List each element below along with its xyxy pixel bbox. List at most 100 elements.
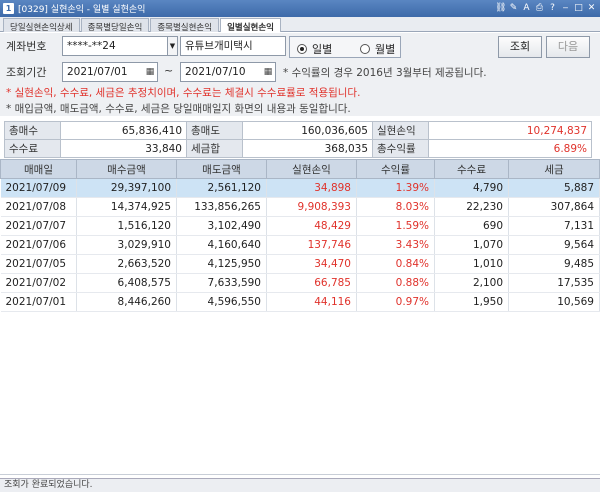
cell-buy: 2,663,520 [76, 254, 177, 274]
summary-row: 수수료 33,840 세금합 368,035 총수익률 6.89% [4, 139, 592, 158]
query-form: 계좌번호 ****-**24 ▼ 유튜브개미택시 일별 월별 조회 다음 조회기… [0, 33, 600, 116]
table-row[interactable]: 2021/07/09 29,397,100 2,561,120 34,898 1… [0, 178, 600, 198]
query-button[interactable]: 조회 [498, 36, 542, 58]
tools-icon[interactable]: ✎ [508, 3, 519, 14]
print-icon[interactable]: ⎙ [534, 3, 545, 14]
status-bar: 조회가 완료되었습니다. [0, 478, 600, 492]
summary-row: 총매수 65,836,410 총매도 160,036,605 실현손익 10,2… [4, 121, 592, 140]
summary-label: 총매수 [4, 121, 61, 140]
summary-value: 6.89% [428, 139, 592, 158]
tab-stock-daily-profit[interactable]: 종목별당일손익 [80, 18, 150, 33]
cell-realized: 34,898 [266, 178, 357, 198]
cell-tax: 307,864 [508, 197, 600, 217]
summary-table: 총매수 65,836,410 총매도 160,036,605 실현손익 10,2… [4, 121, 592, 158]
maximize-icon[interactable]: □ [573, 3, 584, 14]
cell-sell: 2,561,120 [176, 178, 267, 198]
cell-return: 0.88% [356, 273, 435, 293]
summary-value: 10,274,837 [428, 121, 592, 140]
cell-return: 1.59% [356, 216, 435, 236]
estimate-note: * 실현손익, 수수료, 세금은 추정치이며, 수수료는 체결시 수수료률로 적… [6, 87, 361, 99]
cell-return: 8.03% [356, 197, 435, 217]
tab-daily-realized-profit[interactable]: 일별실현손익 [220, 18, 281, 33]
account-number-field[interactable]: ****-**24 [62, 36, 168, 56]
cell-tax: 7,131 [508, 216, 600, 236]
cell-date: 2021/07/05 [0, 254, 77, 274]
date-to-field[interactable]: 2021/07/10 [180, 62, 276, 82]
column-header[interactable]: 실현손익 [266, 159, 357, 179]
column-header[interactable]: 매도금액 [176, 159, 267, 179]
cell-date: 2021/07/08 [0, 197, 77, 217]
link-icon[interactable]: ⛓ [495, 3, 506, 14]
title-bar: 1 [0329] 실현손익 - 일별 실현손익 ⛓ ✎ A ⎙ ? ‒ □ ✕ [0, 0, 600, 17]
column-header[interactable]: 수수료 [434, 159, 509, 179]
font-icon[interactable]: A [521, 3, 532, 14]
summary-label: 총수익률 [372, 139, 429, 158]
summary-value: 160,036,605 [242, 121, 373, 140]
cell-return: 1.39% [356, 178, 435, 198]
tab-daily-realized-detail[interactable]: 당일실현손익상세 [3, 18, 80, 33]
cell-sell: 7,633,590 [176, 273, 267, 293]
table-row[interactable]: 2021/07/08 14,374,925 133,856,265 9,908,… [0, 197, 600, 217]
cell-buy: 8,446,260 [76, 292, 177, 312]
summary-value: 368,035 [242, 139, 373, 158]
table-row[interactable]: 2021/07/01 8,446,260 4,596,550 44,116 0.… [0, 292, 600, 312]
table-row[interactable]: 2021/07/07 1,516,120 3,102,490 48,429 1.… [0, 216, 600, 236]
cell-realized: 137,746 [266, 235, 357, 255]
column-header[interactable]: 매매일 [0, 159, 77, 179]
cell-buy: 14,374,925 [76, 197, 177, 217]
cell-date: 2021/07/09 [0, 178, 77, 198]
calendar-icon[interactable]: ▦ [145, 63, 155, 81]
cell-sell: 4,596,550 [176, 292, 267, 312]
column-header[interactable]: 매수금액 [76, 159, 177, 179]
cell-tax: 5,887 [508, 178, 600, 198]
cell-realized: 44,116 [266, 292, 357, 312]
radio-monthly-dot [360, 44, 370, 54]
radio-daily[interactable]: 일별 [297, 41, 332, 57]
summary-value: 65,836,410 [60, 121, 187, 140]
cell-fee: 4,790 [434, 178, 509, 198]
column-header[interactable]: 수익률 [356, 159, 435, 179]
cell-date: 2021/07/02 [0, 273, 77, 293]
cell-buy: 1,516,120 [76, 216, 177, 236]
summary-value: 33,840 [60, 139, 187, 158]
radio-daily-label: 일별 [312, 43, 333, 56]
cell-sell: 3,102,490 [176, 216, 267, 236]
cell-realized: 66,785 [266, 273, 357, 293]
cell-date: 2021/07/01 [0, 292, 77, 312]
account-dropdown-icon[interactable]: ▼ [168, 36, 178, 56]
table-row[interactable]: 2021/07/02 6,408,575 7,633,590 66,785 0.… [0, 273, 600, 293]
cell-realized: 9,908,393 [266, 197, 357, 217]
status-text: 조회가 완료되었습니다. [4, 480, 93, 490]
daily-profit-grid: 매매일 매수금액 매도금액 실현손익 수익률 수수료 세금 2021/07/09… [0, 159, 600, 312]
grid-header-row: 매매일 매수금액 매도금액 실현손익 수익률 수수료 세금 [0, 159, 600, 179]
cell-sell: 4,160,640 [176, 235, 267, 255]
account-label: 계좌번호 [6, 40, 47, 53]
date-from-field[interactable]: 2021/07/01 [62, 62, 158, 82]
tab-stock-realized-profit[interactable]: 종목별실현손익 [150, 18, 220, 33]
cell-sell: 4,125,950 [176, 254, 267, 274]
radio-monthly-label: 월별 [375, 43, 396, 56]
cell-realized: 48,429 [266, 216, 357, 236]
table-row[interactable]: 2021/07/06 3,029,910 4,160,640 137,746 3… [0, 235, 600, 255]
calendar-icon[interactable]: ▦ [263, 63, 273, 81]
summary-label: 총매도 [186, 121, 243, 140]
close-icon[interactable]: ✕ [586, 3, 597, 14]
cell-buy: 3,029,910 [76, 235, 177, 255]
cell-buy: 29,397,100 [76, 178, 177, 198]
next-button[interactable]: 다음 [546, 36, 590, 58]
radio-monthly[interactable]: 월별 [360, 41, 395, 57]
app-icon: 1 [3, 3, 14, 14]
summary-label: 수수료 [4, 139, 61, 158]
table-row[interactable]: 2021/07/05 2,663,520 4,125,950 34,470 0.… [0, 254, 600, 274]
cell-fee: 1,010 [434, 254, 509, 274]
column-header[interactable]: 세금 [508, 159, 600, 179]
cell-fee: 2,100 [434, 273, 509, 293]
cell-fee: 22,230 [434, 197, 509, 217]
cell-tax: 10,569 [508, 292, 600, 312]
help-icon[interactable]: ? [547, 3, 558, 14]
cell-sell: 133,856,265 [176, 197, 267, 217]
cell-tax: 9,485 [508, 254, 600, 274]
tab-strip: 당일실현손익상세 종목별당일손익 종목별실현손익 일별실현손익 [0, 17, 600, 33]
minimize-icon[interactable]: ‒ [560, 3, 571, 14]
date-range-separator: ~ [164, 64, 174, 77]
